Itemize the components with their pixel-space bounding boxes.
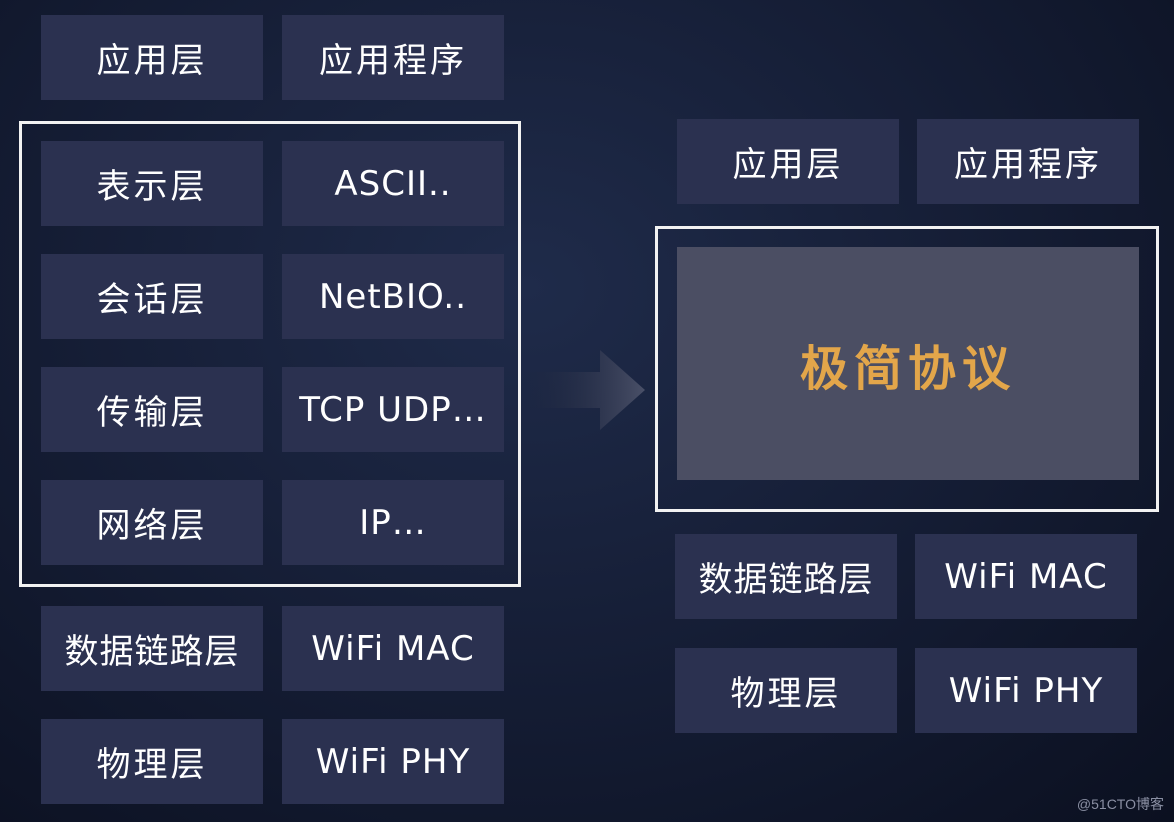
left-row-5-example: WiFi MAC: [282, 606, 504, 691]
left-row-1-layer: 表示层: [41, 141, 263, 226]
right-row-1-layer: 数据链路层: [675, 534, 897, 619]
minimal-protocol-box: 极简协议: [677, 247, 1139, 480]
left-row-0-example: 应用程序: [282, 15, 504, 100]
left-row-2-layer: 会话层: [41, 254, 263, 339]
right-row-0-layer: 应用层: [677, 119, 899, 204]
left-row-3-layer: 传输层: [41, 367, 263, 452]
right-row-2-example: WiFi PHY: [915, 648, 1137, 733]
left-row-4-example: IP…: [282, 480, 504, 565]
left-row-3-example: TCP UDP…: [282, 367, 504, 452]
right-row-0-example: 应用程序: [917, 119, 1139, 204]
left-row-2-example: NetBIO..: [282, 254, 504, 339]
left-row-1-example: ASCII..: [282, 141, 504, 226]
left-row-6-layer: 物理层: [41, 719, 263, 804]
watermark: @51CTO博客: [1076, 796, 1164, 812]
left-row-0-layer: 应用层: [41, 15, 263, 100]
left-row-4-layer: 网络层: [41, 480, 263, 565]
transform-arrow-icon: [520, 350, 645, 430]
left-row-6-example: WiFi PHY: [282, 719, 504, 804]
right-row-1-example: WiFi MAC: [915, 534, 1137, 619]
right-row-2-layer: 物理层: [675, 648, 897, 733]
left-row-5-layer: 数据链路层: [41, 606, 263, 691]
